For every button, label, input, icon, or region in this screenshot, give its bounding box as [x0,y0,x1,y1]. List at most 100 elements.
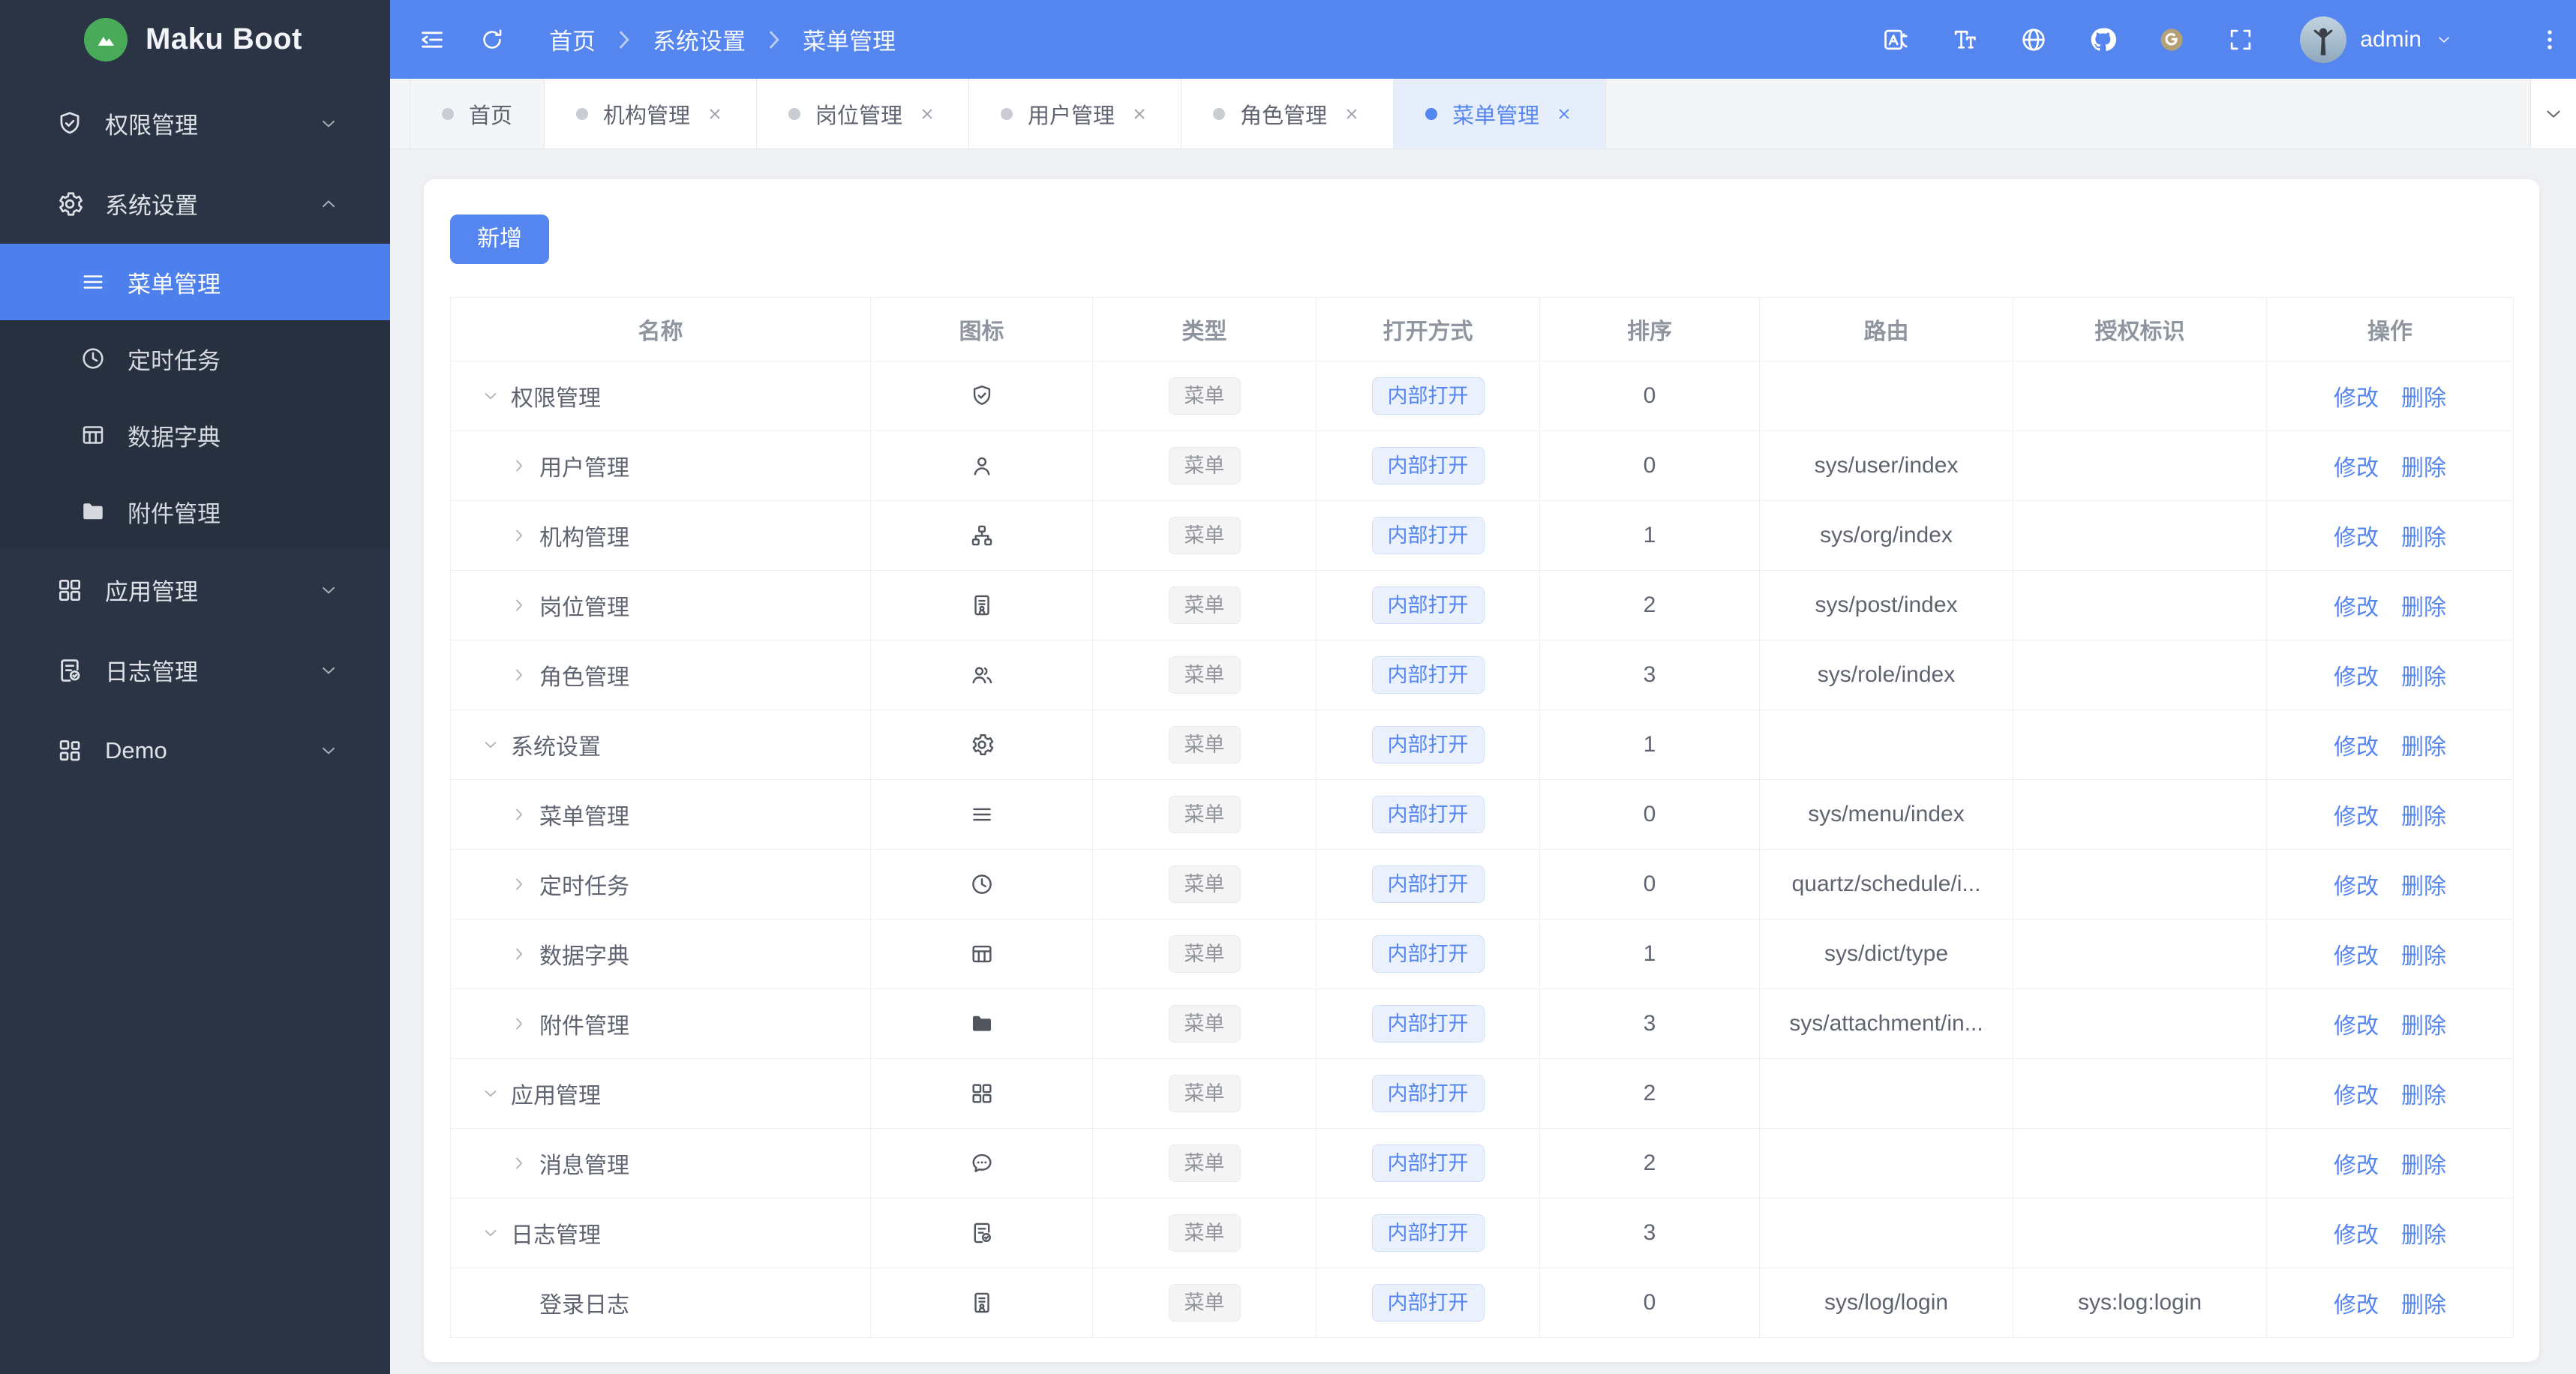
tab-org[interactable]: 机构管理 [545,79,758,148]
sidebar-subitem-schedule[interactable]: 定时任务 [0,320,390,397]
delete-link[interactable]: 删除 [2401,735,2446,760]
expand-arrow-icon[interactable] [509,596,529,615]
name-wrap: 角色管理 [451,658,870,692]
cell-sort: 2 [1540,571,1760,640]
sidebar-item-system[interactable]: 系统设置 [0,164,390,244]
dict-table-icon [80,422,107,448]
expand-arrow-icon[interactable] [509,944,529,964]
name-wrap: 日志管理 [451,1216,870,1250]
delete-link[interactable]: 删除 [2401,1084,2446,1108]
refresh-icon[interactable] [479,26,506,53]
edit-link[interactable]: 修改 [2334,1293,2379,1318]
expand-arrow-icon[interactable] [509,665,529,685]
delete-link[interactable]: 删除 [2401,596,2446,620]
sidebar-submenu-system: 菜单管理 定时任务 数据字典 附件管理 [0,244,390,550]
edit-link[interactable]: 修改 [2334,735,2379,760]
cell-sort: 3 [1540,1198,1760,1268]
tab-menu[interactable]: 菜单管理 [1394,79,1607,148]
delete-link[interactable]: 删除 [2401,1014,2446,1039]
delete-link[interactable]: 删除 [2401,1293,2446,1318]
font-size-icon[interactable] [1950,26,1979,54]
tab-dropdown-button[interactable] [2530,79,2576,148]
menu-name: 角色管理 [539,665,629,690]
edit-link[interactable]: 修改 [2334,596,2379,620]
breadcrumb-item: 菜单管理 [803,28,896,55]
tab-close-icon[interactable] [1554,104,1574,124]
delete-link[interactable]: 删除 [2401,1223,2446,1248]
tab-dot [576,107,589,120]
delete-link[interactable]: 删除 [2401,386,2446,411]
avatar[interactable] [2300,16,2347,63]
edit-link[interactable]: 修改 [2334,1223,2379,1248]
translate-icon[interactable] [1881,26,1910,54]
delete-link[interactable]: 删除 [2401,1154,2446,1178]
tab-close-icon[interactable] [1130,104,1149,124]
cell-open-style: 内部打开 [1317,640,1540,710]
type-tag: 菜单 [1168,447,1241,484]
tab-home[interactable]: 首页 [410,79,545,148]
edit-link[interactable]: 修改 [2334,874,2379,899]
cell-route [1760,1129,2013,1198]
delete-link[interactable]: 删除 [2401,805,2446,830]
edit-link[interactable]: 修改 [2334,805,2379,830]
tab-post[interactable]: 岗位管理 [757,79,970,148]
sidebar-subitem-menu[interactable]: 菜单管理 [0,244,390,320]
sidebar-item-app[interactable]: 应用管理 [0,550,390,630]
tab-user[interactable]: 用户管理 [969,79,1182,148]
globe-icon[interactable] [2019,26,2048,54]
expand-arrow-icon[interactable] [509,805,529,824]
delete-link[interactable]: 删除 [2401,874,2446,899]
breadcrumb-item[interactable]: 首页 [549,22,596,56]
user-menu[interactable]: admin [2300,16,2453,63]
sidebar-subitem-attachment[interactable]: 附件管理 [0,473,390,550]
delete-link[interactable]: 删除 [2401,526,2446,550]
edit-link[interactable]: 修改 [2334,1154,2379,1178]
cell-sort: 0 [1540,362,1760,431]
sidebar-subitem-dict[interactable]: 数据字典 [0,397,390,473]
collapse-arrow-icon[interactable] [481,1084,500,1103]
github-icon[interactable] [2088,26,2117,54]
tab-close-icon[interactable] [705,104,725,124]
app-title: Maku Boot [146,22,302,56]
tab-role[interactable]: 角色管理 [1181,79,1395,148]
edit-link[interactable]: 修改 [2334,386,2379,411]
cell-actions: 修改 删除 [2267,362,2514,431]
sidebar-item-demo[interactable]: Demo [0,710,390,790]
collapse-arrow-icon[interactable] [481,1223,500,1243]
delete-link[interactable]: 删除 [2401,456,2446,481]
fullscreen-icon[interactable] [2226,26,2255,54]
sidebar-item-perm[interactable]: 权限管理 [0,83,390,164]
edit-link[interactable]: 修改 [2334,526,2379,550]
edit-link[interactable]: 修改 [2334,1014,2379,1039]
edit-link[interactable]: 修改 [2334,944,2379,969]
type-tag: 菜单 [1168,726,1241,764]
tab-close-icon[interactable] [1342,104,1362,124]
breadcrumb-item[interactable]: 系统设置 [653,22,746,56]
tab-label: 机构管理 [603,104,691,128]
sidebar-item-log[interactable]: 日志管理 [0,630,390,710]
add-button[interactable]: 新增 [450,214,549,264]
menu-fold-icon[interactable] [417,25,447,55]
cell-auth [2013,710,2267,780]
column-header: 授权标识 [2013,298,2267,362]
collapse-arrow-icon[interactable] [481,735,500,754]
expand-arrow-icon[interactable] [509,1154,529,1173]
gitee-icon[interactable] [2157,26,2186,54]
open-style-tag: 内部打开 [1371,1005,1485,1042]
edit-link[interactable]: 修改 [2334,1084,2379,1108]
tab-close-icon[interactable] [917,104,937,124]
expand-arrow-icon[interactable] [509,874,529,894]
open-style-tag: 内部打开 [1371,447,1485,484]
delete-link[interactable]: 删除 [2401,665,2446,690]
cell-auth [2013,362,2267,431]
expand-arrow-icon[interactable] [509,1014,529,1034]
open-style-tag: 内部打开 [1371,586,1485,624]
expand-arrow-icon[interactable] [509,456,529,476]
edit-link[interactable]: 修改 [2334,665,2379,690]
collapse-arrow-icon[interactable] [481,386,500,406]
cell-auth [2013,780,2267,850]
expand-arrow-icon[interactable] [509,526,529,545]
edit-link[interactable]: 修改 [2334,456,2379,481]
delete-link[interactable]: 删除 [2401,944,2446,969]
kebab-menu-icon[interactable] [2537,27,2562,52]
